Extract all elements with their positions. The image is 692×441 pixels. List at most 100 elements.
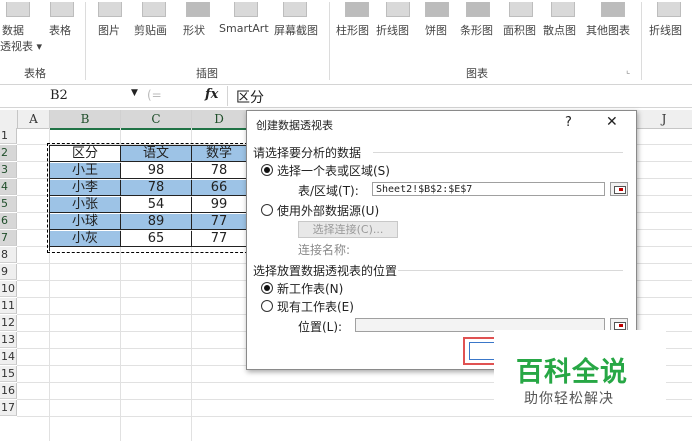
watermark: 百科全说 助你轻松解决 [494,330,666,414]
table-cell[interactable]: 小李 [50,180,121,196]
row-header[interactable]: 4 [0,179,17,195]
row-header[interactable]: 14 [0,349,17,365]
bar-chart-icon [466,2,490,17]
table-header-cell[interactable]: 语文 [121,146,192,162]
table-button[interactable]: 表格 [49,22,71,38]
row-header[interactable]: 5 [0,196,17,212]
area-chart-button[interactable]: 面积图 [503,22,536,38]
pie-chart-button[interactable]: 饼图 [425,22,447,38]
select-all-corner[interactable] [0,110,18,129]
other-charts-icon [601,2,625,17]
radio-new-sheet[interactable] [261,282,273,294]
other-charts-button[interactable]: 其他图表 [586,22,630,38]
table-cell[interactable]: 54 [121,197,192,213]
table-cell[interactable]: 66 [192,180,246,196]
range-picker-icon[interactable] [610,182,628,196]
row-header[interactable]: 6 [0,213,17,229]
radio-select-table-label[interactable]: 选择一个表或区域(S) [277,162,390,179]
area-chart-icon [509,2,533,17]
row-header[interactable]: 16 [0,383,17,399]
radio-external-source[interactable] [261,204,273,216]
table-cell[interactable]: 77 [192,231,246,247]
row-header[interactable]: 2 [0,145,17,161]
row-header[interactable]: 7 [0,230,17,246]
pivot-table-label: 数据 [2,24,24,37]
row-header[interactable]: 3 [0,162,17,178]
row-header[interactable]: 10 [0,281,17,297]
pie-chart-icon [425,2,449,17]
table-header-cell[interactable]: 数学 [192,146,246,162]
picture-button[interactable]: 图片 [98,22,120,38]
help-button[interactable]: ? [565,115,572,130]
radio-existing-sheet[interactable] [261,300,273,312]
table-cell[interactable]: 小球 [50,214,121,230]
sparkline-line-button[interactable]: 折线图 [649,22,682,38]
close-button[interactable]: ✕ [606,114,618,130]
column-header-b[interactable]: B [50,110,121,130]
line-chart-button[interactable]: 折线图 [376,22,409,38]
row-header[interactable]: 13 [0,332,17,348]
row-header[interactable]: 12 [0,315,17,331]
row-header[interactable]: 15 [0,366,17,382]
screenshot-icon [283,2,307,17]
section-divider [398,270,623,271]
clipart-button[interactable]: 剪贴画 [134,22,167,38]
row-header[interactable]: 17 [0,400,17,416]
table-cell[interactable]: 小张 [50,197,121,213]
choose-connection-button[interactable]: 选择连接(C)... [298,221,398,238]
pivot-table-sublabel: 透视表 ▾ [0,40,43,53]
screenshot-button[interactable]: 屏幕截图 [274,22,318,38]
row-header[interactable]: 1 [0,128,17,144]
radio-new-sheet-label[interactable]: 新工作表(N) [277,280,343,297]
shapes-button[interactable]: 形状 [183,22,205,38]
column-header-a[interactable]: A [18,110,50,129]
section-location-label: 选择放置数据透视表的位置 [253,264,398,278]
row-header[interactable]: 9 [0,264,17,280]
formula-divider [227,86,228,106]
bar-chart-button[interactable]: 条形图 [460,22,493,38]
table-header-cell[interactable]: 区分 [50,146,121,162]
name-box-dropdown-icon[interactable]: ▼ [131,88,138,98]
ok-button[interactable] [469,342,495,360]
fx-icon[interactable]: fx [205,87,218,102]
column-chart-button[interactable]: 柱形图 [336,22,369,38]
column-header-d[interactable]: D [192,110,247,130]
connection-name-label: 连接名称: [298,243,351,257]
ribbon: 数据 透视表 ▾ 表格 图片 剪贴画 形状 SmartArt 屏幕截图 柱形图 … [0,0,692,85]
line-chart-icon [386,2,410,17]
dialog-launcher-icon[interactable]: ⌞ [626,66,630,76]
scatter-chart-button[interactable]: 散点图 [543,22,576,38]
grid-line [17,416,692,417]
table-cell[interactable]: 99 [192,197,246,213]
section-analyze-label: 请选择要分析的数据 [253,146,362,160]
row-header[interactable]: 11 [0,298,17,314]
clipart-icon [142,2,166,17]
formula-input[interactable]: 区分 [236,87,264,107]
table-cell[interactable]: 78 [192,163,246,179]
column-header-j[interactable]: J [636,110,692,129]
pivot-table-button[interactable]: 数据 [2,22,24,38]
row-header[interactable]: 8 [0,247,17,263]
table-cell[interactable]: 小灰 [50,231,121,247]
shapes-icon [186,2,210,17]
table-cell[interactable]: 小王 [50,163,121,179]
group-tables-label: 表格 [24,67,46,80]
scatter-chart-icon [551,2,575,17]
radio-select-table[interactable] [261,164,273,176]
table-cell[interactable]: 65 [121,231,192,247]
table-cell[interactable]: 98 [121,163,192,179]
radio-external-source-label[interactable]: 使用外部数据源(U) [277,202,379,219]
table-cell[interactable]: 77 [192,214,246,230]
name-box[interactable]: B2 [50,88,68,103]
table-cell[interactable]: 78 [121,180,192,196]
column-header-c[interactable]: C [121,110,192,130]
pivot-table-icon [6,2,30,17]
range-label: 表/区域(T): [298,184,359,198]
smartart-button[interactable]: SmartArt [219,22,269,35]
ribbon-divider [85,2,86,80]
radio-existing-sheet-label[interactable]: 现有工作表(E) [277,298,354,315]
table-cell[interactable]: 89 [121,214,192,230]
location-label: 位置(L): [298,320,343,334]
group-illustrations-label: 插图 [196,67,218,80]
range-input[interactable]: Sheet2!$B$2:$E$7 [372,182,605,196]
